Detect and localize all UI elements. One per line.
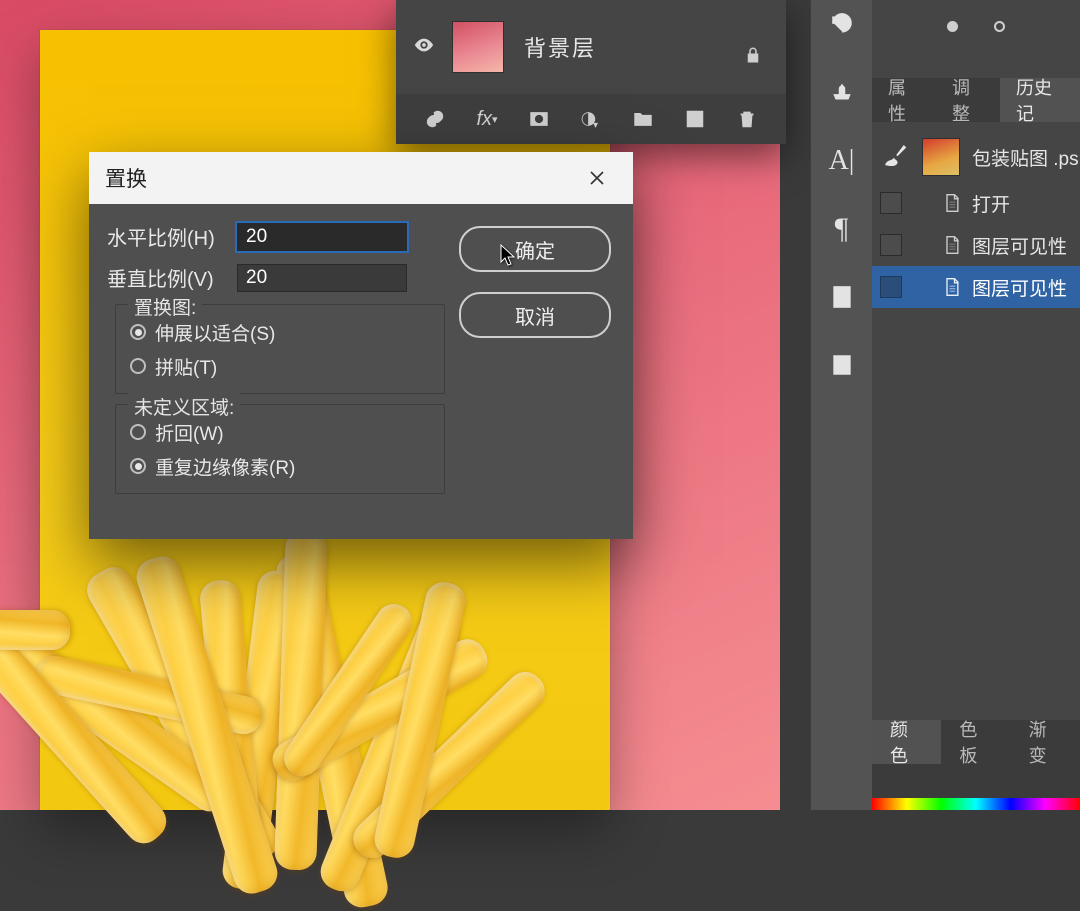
note-icon[interactable] [823, 346, 861, 384]
paragraph-icon[interactable]: ¶ [823, 210, 861, 248]
visibility-eye-icon[interactable] [396, 34, 452, 61]
radio-repeat-edge[interactable]: 重复边缘像素(R) [130, 449, 430, 483]
group-title: 置换图: [128, 293, 202, 320]
radio-wrap[interactable]: 折回(W) [130, 415, 430, 449]
history-item-visibility[interactable]: 图层可见性 [872, 224, 1080, 266]
history-panel: 包装贴图 .ps 打开 图层可见性 图层可见性 [872, 132, 1080, 308]
h-scale-label: 水平比例(H) [107, 222, 237, 251]
dot-filled-icon[interactable] [947, 21, 958, 32]
radio-stretch[interactable]: 伸展以适合(S) [130, 315, 430, 349]
history-item-label: 打开 [972, 190, 1010, 217]
layers-panel: 背景层 fx▾ ▾ [396, 0, 786, 144]
tab-gradients[interactable]: 渐变 [1011, 720, 1080, 764]
history-item-open[interactable]: 打开 [872, 182, 1080, 224]
right-panel-column: 属性 调整 历史记 包装贴图 .ps 打开 图层可见性 图层可见性 [872, 0, 1080, 810]
radio-icon [130, 358, 146, 374]
page-icon [942, 233, 962, 257]
v-scale-input[interactable] [237, 264, 407, 292]
layer-thumbnail[interactable] [452, 21, 504, 73]
layer-name[interactable]: 背景层 [524, 31, 596, 63]
radio-tile[interactable]: 拼贴(T) [130, 349, 430, 383]
panel-dots [872, 14, 1080, 38]
close-icon[interactable] [577, 158, 617, 198]
document-icon[interactable] [823, 278, 861, 316]
tab-properties[interactable]: 属性 [872, 78, 936, 122]
radio-icon [130, 458, 146, 474]
tab-color[interactable]: 颜色 [872, 720, 941, 764]
displace-map-group: 置换图: 伸展以适合(S) 拼贴(T) [115, 304, 445, 394]
page-icon [942, 191, 962, 215]
displace-dialog: 置换 水平比例(H) 垂直比例(V) 置换图: 伸展以适合(S) 拼贴(T) 未… [89, 152, 633, 539]
history-thumb [922, 138, 960, 176]
dialog-buttons: 确定 取消 [459, 226, 611, 338]
trash-icon[interactable] [736, 108, 758, 130]
h-scale-input[interactable] [237, 223, 407, 251]
panel-tabs: 属性 调整 历史记 [872, 78, 1080, 122]
new-layer-icon[interactable] [684, 108, 706, 130]
type-icon[interactable]: A| [823, 142, 861, 180]
tab-swatches[interactable]: 色板 [941, 720, 1010, 764]
cancel-button[interactable]: 取消 [459, 292, 611, 338]
history-back-icon[interactable] [823, 6, 861, 44]
history-doc-name: 包装贴图 .ps [972, 144, 1079, 171]
history-item-visibility-selected[interactable]: 图层可见性 [872, 266, 1080, 308]
history-item-label: 图层可见性 [972, 232, 1067, 259]
v-scale-label: 垂直比例(V) [107, 263, 237, 292]
fx-icon[interactable]: fx▾ [476, 108, 498, 130]
history-checkbox[interactable] [880, 234, 902, 256]
adjustment-icon[interactable]: ▾ [580, 108, 602, 130]
radio-icon [130, 324, 146, 340]
folder-icon[interactable] [632, 108, 654, 130]
group-title: 未定义区域: [128, 393, 240, 420]
dialog-title: 置换 [105, 163, 147, 193]
history-brush-icon [880, 140, 910, 175]
color-spectrum[interactable] [872, 798, 1080, 810]
mask-icon[interactable] [528, 108, 550, 130]
lock-icon[interactable] [744, 45, 762, 65]
history-document-row[interactable]: 包装贴图 .ps [872, 132, 1080, 182]
undefined-area-group: 未定义区域: 折回(W) 重复边缘像素(R) [115, 404, 445, 494]
history-checkbox[interactable] [880, 276, 902, 298]
link-icon[interactable] [424, 108, 446, 130]
history-item-label: 图层可见性 [972, 274, 1067, 301]
page-icon [942, 275, 962, 299]
tab-adjustments[interactable]: 调整 [936, 78, 1000, 122]
vertical-toolbar: A| ¶ [810, 0, 872, 810]
color-panel: 颜色 色板 渐变 [872, 720, 1080, 810]
clone-stamp-icon[interactable] [823, 74, 861, 112]
dot-outline-icon[interactable] [994, 21, 1005, 32]
history-checkbox[interactable] [880, 192, 902, 214]
radio-icon [130, 424, 146, 440]
tab-history[interactable]: 历史记 [1000, 78, 1080, 122]
layer-row-background[interactable]: 背景层 [396, 12, 786, 82]
ok-button[interactable]: 确定 [459, 226, 611, 272]
dialog-titlebar[interactable]: 置换 [89, 152, 633, 204]
layers-footer: fx▾ ▾ [396, 94, 786, 144]
